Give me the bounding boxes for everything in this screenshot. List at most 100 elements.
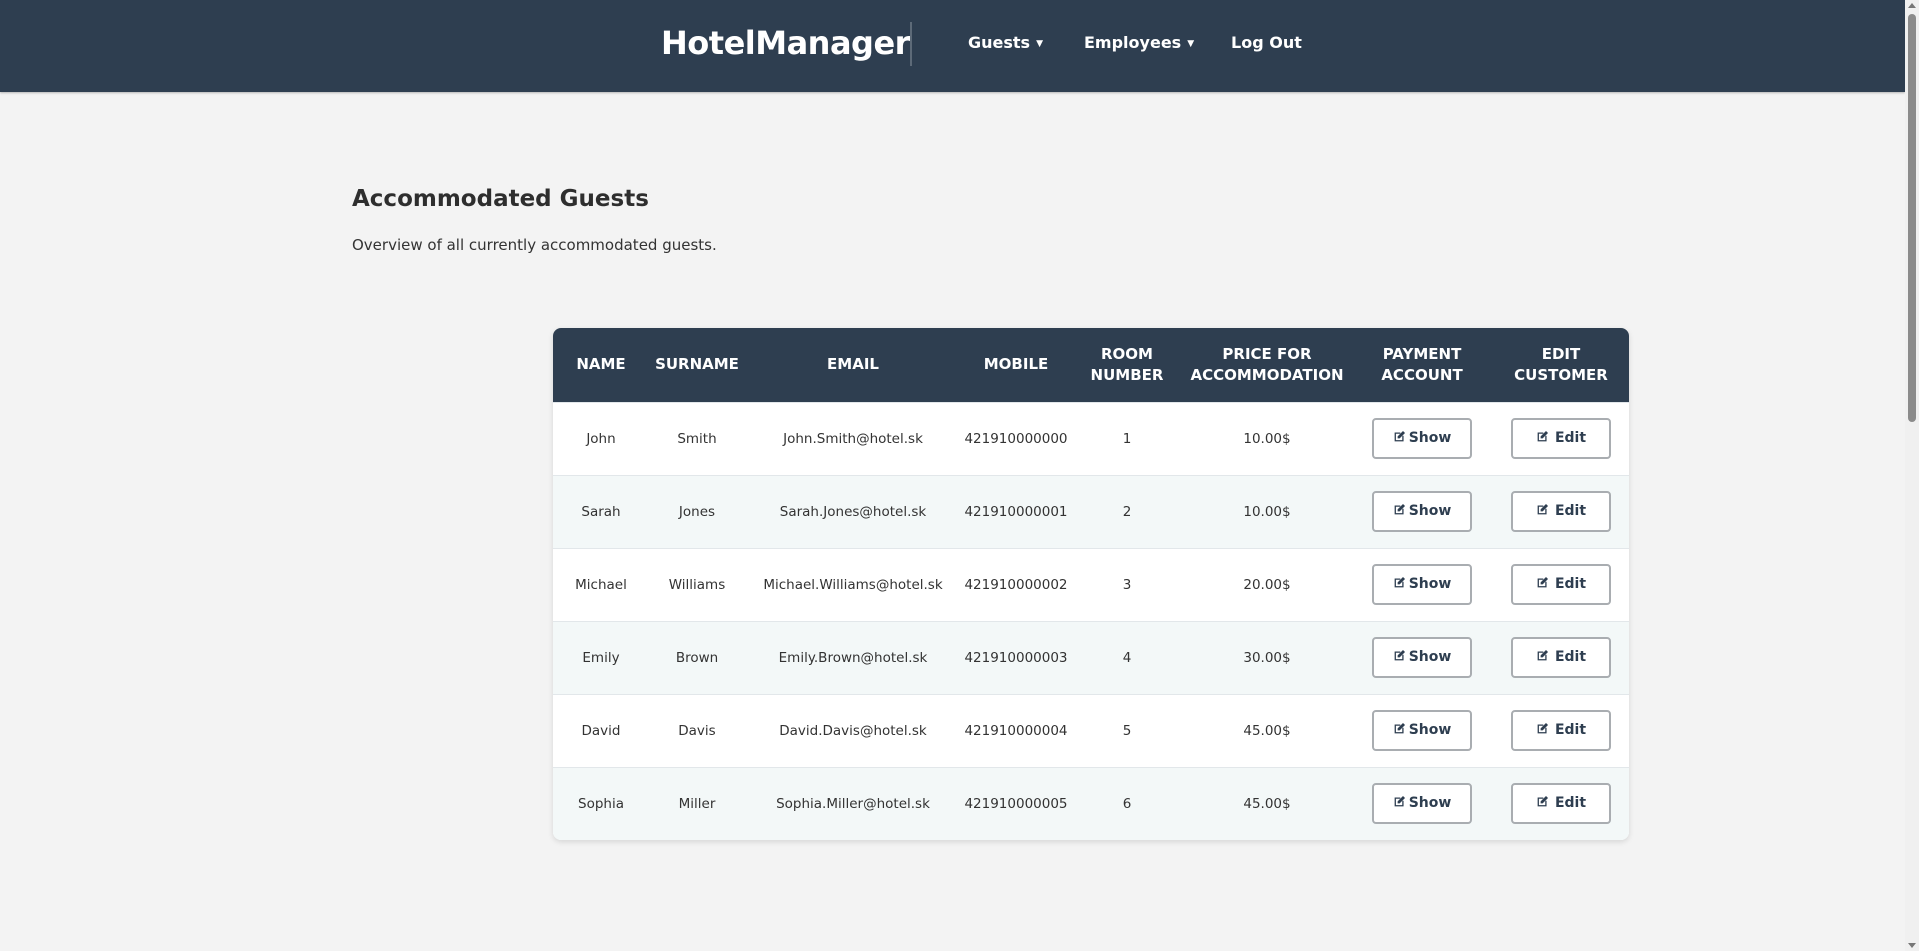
- page-subtitle: Overview of all currently accommodated g…: [352, 236, 717, 254]
- column-header: NAME: [553, 328, 649, 402]
- cell-name: Sarah: [581, 503, 621, 520]
- column-header-line: ROOM: [1101, 344, 1153, 363]
- cell-payment-account: Show: [1351, 694, 1493, 767]
- edit-button-label: Edit: [1554, 722, 1587, 738]
- table-row: Sophia Miller Sophia.Miller@hotel.sk 421910…: [553, 767, 1629, 840]
- cell-price: 30.00$: [1243, 649, 1291, 666]
- edit-square-icon: [1536, 713, 1549, 734]
- column-header-line: EMAIL: [827, 355, 879, 374]
- column-header: SURNAME: [649, 328, 745, 402]
- edit-customer-button[interactable]: Edit: [1511, 418, 1611, 459]
- column-header: PAYMENT ACCOUNT: [1351, 328, 1493, 402]
- column-header-line: NUMBER: [1090, 365, 1164, 384]
- nav-logout-link[interactable]: Log Out: [1231, 33, 1302, 52]
- edit-customer-button[interactable]: Edit: [1511, 564, 1611, 605]
- brand-logo-text[interactable]: HotelManager: [661, 24, 910, 62]
- cell-mobile: 421910000001: [964, 503, 1068, 520]
- vertical-scrollbar[interactable]: [1905, 0, 1919, 951]
- cell-payment-account: Show: [1351, 402, 1493, 475]
- caret-down-icon: ▼: [1036, 39, 1043, 49]
- navbar-divider: [910, 22, 912, 66]
- column-header: MOBILE: [961, 328, 1071, 402]
- edit-customer-button[interactable]: Edit: [1511, 637, 1611, 678]
- edit-square-icon: [1393, 421, 1406, 442]
- scroll-up-arrow-icon[interactable]: [1908, 3, 1916, 8]
- cell-surname: Jones: [678, 503, 716, 520]
- cell-mobile: 421910000002: [964, 576, 1068, 593]
- cell-name: John: [586, 430, 616, 447]
- cell-room: 4: [1122, 649, 1132, 666]
- top-navbar: HotelManager Guests ▼ Employees ▼ Log Out: [0, 0, 1905, 92]
- show-payment-button[interactable]: Show: [1372, 491, 1472, 532]
- show-payment-button[interactable]: Show: [1372, 564, 1472, 605]
- scrollbar-thumb[interactable]: [1908, 14, 1916, 422]
- cell-edit-customer: Edit: [1493, 402, 1629, 475]
- cell-room: 3: [1122, 576, 1132, 593]
- nav-guests-dropdown[interactable]: Guests ▼: [968, 33, 1043, 52]
- cell-surname: Williams: [668, 576, 726, 593]
- column-header: EDIT CUSTOMER: [1493, 328, 1629, 402]
- show-button-label: Show: [1408, 503, 1452, 519]
- cell-room: 2: [1122, 503, 1132, 520]
- show-payment-button[interactable]: Show: [1372, 783, 1472, 825]
- caret-down-icon: ▼: [1187, 39, 1195, 49]
- edit-customer-button[interactable]: Edit: [1511, 783, 1611, 825]
- cell-mobile: 421910000000: [964, 430, 1068, 447]
- table-body: John Smith John.Smith@hotel.sk 421910000000…: [553, 402, 1629, 840]
- column-header-line: ACCOUNT: [1381, 365, 1463, 384]
- table-header-row: NAME SURNAME EMAIL MOBILE ROOM NUMBER PRICE FO…: [553, 328, 1629, 402]
- cell-name: Michael: [575, 576, 627, 593]
- column-header-line: EDIT: [1541, 344, 1581, 363]
- column-header-line: NAME: [576, 355, 626, 374]
- cell-payment-account: Show: [1351, 621, 1493, 694]
- edit-button-label: Edit: [1554, 649, 1587, 665]
- column-header-line: CUSTOMER: [1514, 365, 1608, 384]
- cell-email: Emily.Brown@hotel.sk: [778, 649, 928, 666]
- cell-price: 20.00$: [1243, 576, 1291, 593]
- show-button-label: Show: [1408, 649, 1452, 665]
- cell-surname: Brown: [675, 649, 719, 666]
- show-button-label: Show: [1408, 795, 1452, 812]
- column-header-line: PRICE FOR: [1222, 344, 1312, 363]
- cell-surname: Miller: [678, 795, 716, 812]
- guests-table-card: NAME SURNAME EMAIL MOBILE ROOM NUMBER PRICE FO…: [553, 328, 1629, 840]
- nav-logout-label: Log Out: [1231, 33, 1302, 52]
- cell-surname: Smith: [677, 430, 717, 447]
- show-payment-button[interactable]: Show: [1372, 418, 1472, 459]
- column-header-line: SURNAME: [655, 355, 739, 374]
- cell-price: 45.00$: [1243, 795, 1291, 812]
- edit-customer-button[interactable]: Edit: [1511, 491, 1611, 532]
- nav-employees-dropdown[interactable]: Employees ▼: [1084, 33, 1194, 52]
- table-row: Michael Williams Michael.Williams@hotel.sk…: [553, 548, 1629, 621]
- guests-table: NAME SURNAME EMAIL MOBILE ROOM NUMBER PRICE FO…: [553, 328, 1629, 840]
- cell-email: Michael.Williams@hotel.sk: [763, 576, 943, 593]
- cell-mobile: 421910000005: [964, 795, 1068, 812]
- show-button-label: Show: [1408, 576, 1452, 592]
- scroll-down-arrow-icon[interactable]: [1908, 943, 1916, 948]
- cell-payment-account: Show: [1351, 767, 1493, 840]
- show-payment-button[interactable]: Show: [1372, 637, 1472, 678]
- show-payment-button[interactable]: Show: [1372, 710, 1472, 751]
- cell-room: 5: [1122, 722, 1132, 739]
- edit-customer-button[interactable]: Edit: [1511, 710, 1611, 751]
- cell-edit-customer: Edit: [1493, 767, 1629, 840]
- edit-square-icon: [1536, 494, 1549, 515]
- column-header-line: MOBILE: [983, 355, 1049, 374]
- edit-button-label: Edit: [1554, 576, 1587, 592]
- edit-button-label: Edit: [1554, 503, 1587, 519]
- page-title: Accommodated Guests: [352, 186, 649, 212]
- cell-email: Sophia.Miller@hotel.sk: [776, 795, 930, 812]
- cell-room: 1: [1122, 430, 1132, 447]
- column-header: PRICE FOR ACCOMMODATION: [1183, 328, 1351, 402]
- cell-price: 10.00$: [1243, 430, 1291, 447]
- nav-employees-label: Employees: [1084, 33, 1182, 52]
- table-row: Sarah Jones Sarah.Jones@hotel.sk 4219100000…: [553, 475, 1629, 548]
- show-button-label: Show: [1408, 430, 1452, 446]
- cell-email: David.Davis@hotel.sk: [779, 722, 927, 739]
- cell-price: 10.00$: [1243, 503, 1291, 520]
- cell-name: Sophia: [578, 795, 624, 812]
- cell-name: David: [581, 722, 621, 739]
- cell-email: John.Smith@hotel.sk: [783, 430, 923, 447]
- cell-edit-customer: Edit: [1493, 548, 1629, 621]
- column-header-line: ACCOMMODATION: [1190, 365, 1344, 384]
